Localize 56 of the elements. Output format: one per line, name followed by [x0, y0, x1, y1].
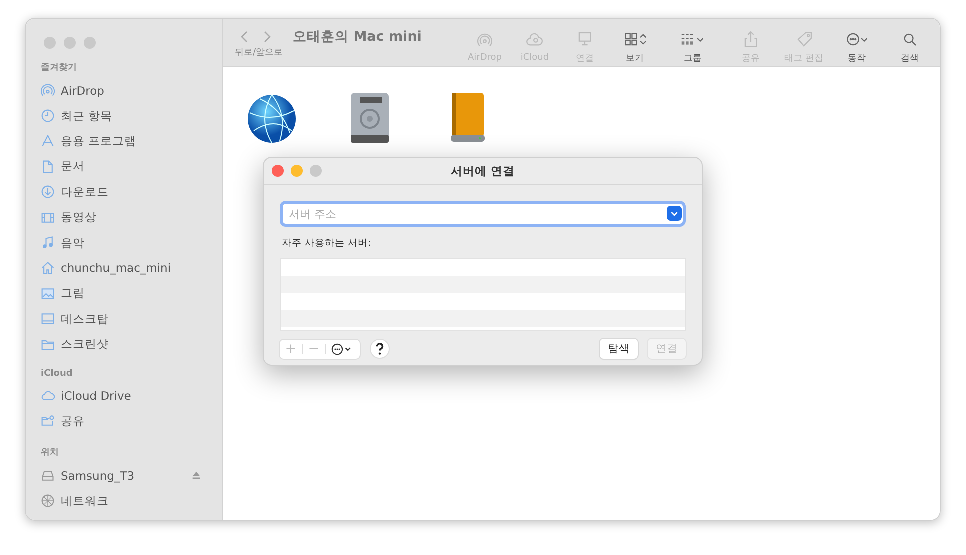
photo-icon	[41, 286, 55, 301]
sidebar-item[interactable]: 동영상	[36, 204, 212, 230]
sidebar-item[interactable]: 문서	[36, 154, 212, 180]
sidebar-item[interactable]: Samsung_T3	[36, 463, 212, 488]
add-icon[interactable]	[285, 343, 297, 355]
sidebar-item[interactable]: 공유	[36, 408, 212, 434]
sidebar-section-title: iCloud	[40, 369, 74, 382]
minimize-button[interactable]	[64, 37, 76, 49]
sidebar-item[interactable]: 그림	[36, 281, 212, 307]
dialog-title: 서버에 연결	[450, 164, 515, 178]
shared-icon	[41, 414, 55, 428]
close-button[interactable]	[272, 165, 284, 177]
sidebar-item[interactable]: chunchu_mac_mini	[36, 256, 212, 282]
sidebar-item[interactable]: 스크린샷	[36, 332, 212, 358]
dialog-button[interactable]: 탐색	[600, 339, 638, 359]
globe-icon	[41, 494, 55, 508]
window-title: 오태훈의 Mac mini	[293, 28, 422, 46]
nav-label: 뒤로/앞으로	[235, 47, 284, 59]
zoom-button[interactable]	[84, 37, 96, 49]
more-icon	[844, 30, 870, 48]
toolbar-button[interactable]: 동작	[832, 30, 882, 64]
music-icon	[41, 236, 55, 250]
grid-icon	[622, 30, 648, 48]
eject-icon[interactable]	[191, 470, 202, 482]
sidebar-item[interactable]: iCloud Drive	[36, 383, 212, 409]
sidebar-item[interactable]: 최근 항목	[36, 103, 212, 129]
airdrop-icon	[41, 84, 55, 98]
sidebar-item[interactable]: 다운로드	[36, 180, 212, 205]
sidebar-item[interactable]: 응용 프로그램	[36, 128, 212, 154]
favorites-label: 자주 사용하는 서버:	[282, 237, 372, 250]
sidebar-section-title: 즐겨찾기	[40, 62, 78, 75]
sidebar-item[interactable]: 데스크탑	[36, 306, 212, 332]
zoom-button[interactable]	[310, 165, 322, 177]
apps-icon	[41, 134, 55, 148]
sidebar-item[interactable]: 음악	[36, 230, 212, 256]
sidebar-section-title: 위치	[40, 447, 60, 460]
toolbar-button[interactable]: 검색	[888, 30, 932, 64]
server-address-field[interactable]: 서버 주소	[280, 201, 686, 227]
doc-icon	[41, 160, 55, 174]
download-icon	[41, 185, 55, 200]
close-button[interactable]	[44, 37, 56, 49]
toolbar-button[interactable]: 보기	[610, 30, 660, 64]
clock-icon	[41, 109, 55, 124]
drive-icon	[41, 468, 55, 483]
sidebar-item[interactable]: AirDrop	[36, 78, 212, 104]
sidebar-item[interactable]: 네트워크	[36, 488, 212, 514]
help-icon[interactable]	[370, 339, 390, 359]
folder-icon	[41, 338, 55, 352]
cloud-icon	[41, 388, 55, 403]
dropdown-icon[interactable]	[667, 206, 682, 221]
desktop-icon	[41, 312, 55, 326]
toolbar-button[interactable]: 그룹	[668, 30, 718, 64]
home-icon	[41, 261, 55, 276]
favorites-list[interactable]	[280, 258, 686, 331]
film-icon	[41, 210, 55, 225]
minimize-button[interactable]	[291, 165, 303, 177]
